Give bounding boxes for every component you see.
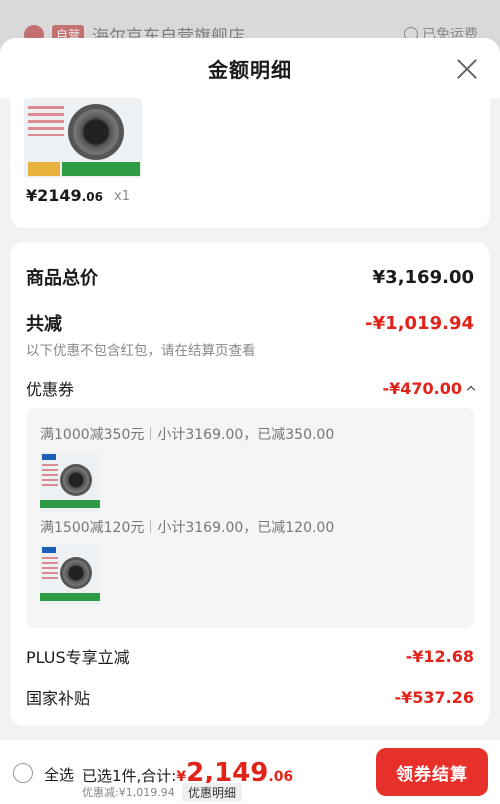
product-thumbnail[interactable] <box>24 98 142 178</box>
product-quantity: x1 <box>114 189 130 204</box>
reduction-note: 以下优惠不包含红包，请在结算页查看 <box>26 343 256 359</box>
coupon-detail: 小计3169.00，已减350.00 <box>157 427 335 443</box>
saved-amount: 优惠减:¥1,019.94 <box>82 786 175 799</box>
reduction-value: -¥1,019.94 <box>365 312 474 334</box>
close-icon[interactable] <box>456 58 478 80</box>
select-all-label[interactable]: 全选 <box>44 764 74 785</box>
product-price: ¥2149.06 <box>26 186 103 205</box>
coupon-rule: 满1500减120元 <box>40 520 145 536</box>
amount-detail-sheet: 金额明细 ¥2149.06 x1 商品总价 ¥3,169.00 共减 -¥1,0… <box>0 38 500 804</box>
gov-subsidy-value: -¥537.26 <box>394 687 474 707</box>
gov-subsidy-row: 国家补贴 -¥537.26 <box>26 685 474 709</box>
reduction-row: 共减 -¥1,019.94 <box>26 310 474 336</box>
total-value: ¥3,169.00 <box>372 266 474 288</box>
coupon-item-2-thumbnail <box>40 545 100 605</box>
discount-detail-button[interactable]: 优惠明细 <box>182 783 243 802</box>
sheet-header: 金额明细 <box>0 38 500 98</box>
coupon-value-wrap: -¥470.00 <box>382 378 476 398</box>
checkout-bar: 全选 已选1件,合计:¥2,149.06 优惠减:¥1,019.94 优惠明细 … <box>0 740 500 804</box>
plus-discount-row: PLUS专享立减 -¥12.68 <box>26 644 474 668</box>
coupon-item-1-text: 满1000减350元 小计3169.00，已减350.00 <box>40 424 334 444</box>
select-all-radio[interactable] <box>13 763 33 783</box>
chevron-up-icon[interactable] <box>466 385 476 395</box>
sheet-title: 金额明细 <box>208 57 292 82</box>
plus-discount-value: -¥12.68 <box>405 646 474 666</box>
reduction-label: 共减 <box>26 314 62 335</box>
coupon-item-1-thumbnail <box>40 452 100 512</box>
coupon-value: -¥470.00 <box>382 378 462 398</box>
coupon-label: 优惠券 <box>26 380 75 399</box>
coupon-item-2-text: 满1500减120元 小计3169.00，已减120.00 <box>40 517 334 537</box>
coupon-list: 满1000减350元 小计3169.00，已减350.00 满1500减120元小… <box>26 408 474 628</box>
grand-total-dec: .06 <box>268 769 294 785</box>
product-card: ¥2149.06 x1 <box>10 98 490 228</box>
total-label: 商品总价 <box>26 268 98 289</box>
total-row: 商品总价 ¥3,169.00 <box>26 264 474 290</box>
coupon-rule: 满1000减350元 <box>40 427 145 443</box>
price-detail-card: 商品总价 ¥3,169.00 共减 -¥1,019.94 以下优惠不包含红包，请… <box>10 242 490 726</box>
product-price-int: ¥2149 <box>26 186 82 205</box>
selected-count: 已选1件,合计: <box>82 767 177 785</box>
checkout-button[interactable]: 领券结算 <box>376 748 488 796</box>
gov-subsidy-label: 国家补贴 <box>26 689 91 708</box>
coupon-detail: 小计3169.00，已减120.00 <box>157 520 335 536</box>
coupon-row[interactable]: 优惠券 -¥470.00 <box>26 376 476 400</box>
product-price-dec: .06 <box>81 190 103 204</box>
plus-discount-label: PLUS专享立减 <box>26 648 130 667</box>
